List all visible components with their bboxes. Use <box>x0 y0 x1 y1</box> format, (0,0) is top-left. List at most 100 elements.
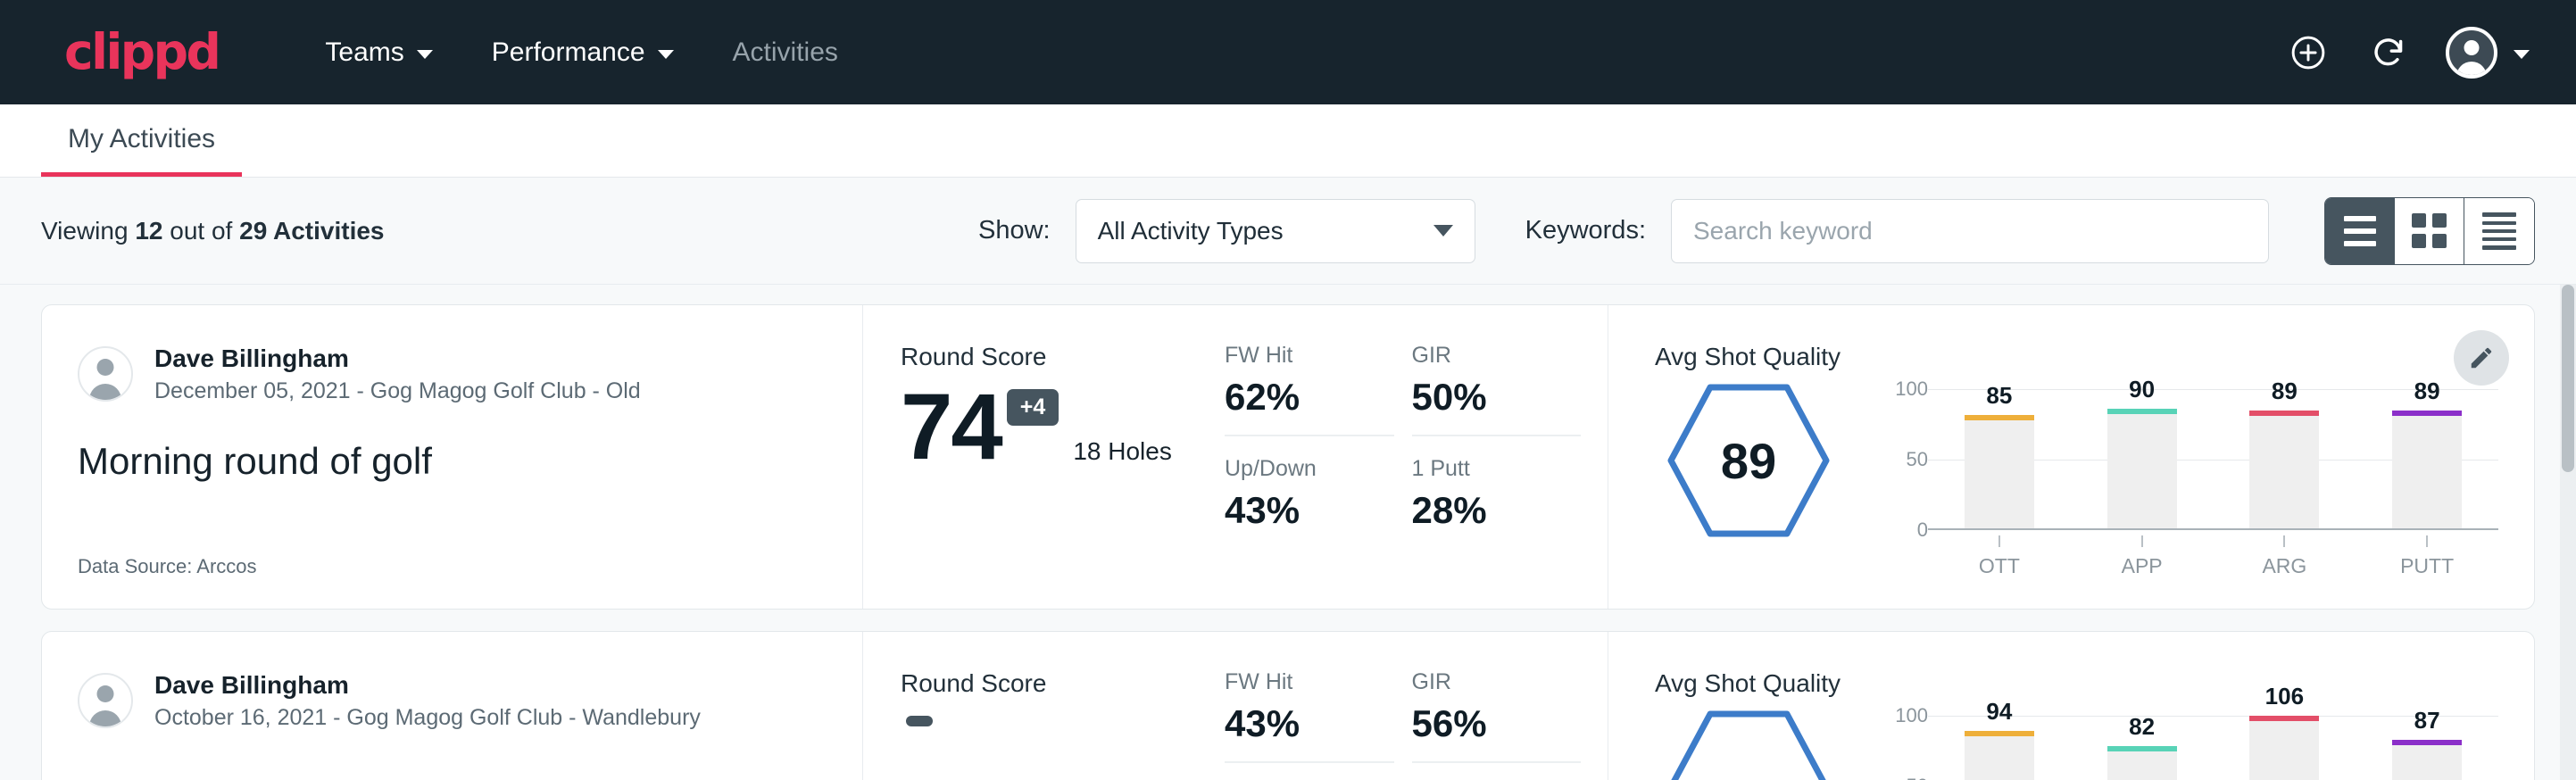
score-delta-badge <box>906 716 933 726</box>
stat-label: 1 Putt <box>1412 456 1582 482</box>
edit-activity-button[interactable] <box>2454 330 2509 386</box>
activity-meta: December 05, 2021 - Gog Magog Golf Club … <box>154 378 641 404</box>
quality-hexagon: 89 <box>1655 380 1842 541</box>
stat-value: 43% <box>1225 489 1394 532</box>
account-menu[interactable] <box>2446 27 2530 79</box>
nav-item-label: Activities <box>733 37 838 68</box>
round-score-section: Round Score 74 +4 18 Holes <box>863 305 1225 609</box>
filter-controls: Show: All Activity Types Keywords: <box>978 197 2535 265</box>
list-icon <box>2344 216 2376 246</box>
stat-gir: GIR 56% <box>1412 669 1582 763</box>
refresh-button[interactable] <box>2365 29 2412 76</box>
activity-type-select[interactable]: All Activity Types <box>1076 199 1475 263</box>
chart-plot-area: 948210687 <box>1928 716 2498 780</box>
chart-bar <box>2392 745 2462 780</box>
holes-label: 18 Holes <box>1073 437 1172 471</box>
chart-bars: 948210687 <box>1928 716 2498 780</box>
activity-title: Morning round of golf <box>78 440 827 483</box>
nav-item-performance[interactable]: Performance <box>462 27 703 79</box>
bar-cap <box>2392 411 2462 416</box>
viewing-count: 12 <box>135 217 162 245</box>
filter-toolbar: Viewing 12 out of 29 Activities Show: Al… <box>0 178 2576 285</box>
stat-one-putt: 1 Putt 28% <box>1412 456 1582 548</box>
grid-icon <box>2412 213 2447 248</box>
round-score-value-row: 74 +4 18 Holes <box>901 384 1225 471</box>
bar-value-label: 89 <box>2392 378 2462 405</box>
chart-x-axis: OTTAPPARGPUTT <box>1928 535 2498 578</box>
author-name: Dave Billingham <box>154 669 701 701</box>
score-delta-badge: +4 <box>1007 389 1059 426</box>
grid-view-button[interactable] <box>2395 198 2464 264</box>
tab-label: My Activities <box>68 124 215 154</box>
nav-item-activities[interactable]: Activities <box>703 27 868 79</box>
activity-summary: Dave Billingham October 16, 2021 - Gog M… <box>42 632 863 780</box>
chart-bar-group: 89 <box>2249 389 2319 528</box>
avatar <box>78 673 133 728</box>
round-score-value: 74 <box>901 384 1001 471</box>
bar-cap <box>2249 716 2319 721</box>
avatar <box>2446 27 2497 79</box>
vertical-scrollbar[interactable] <box>2560 285 2576 780</box>
author-name: Dave Billingham <box>154 343 641 374</box>
tab-bar: My Activities <box>0 104 2576 178</box>
chevron-down-icon <box>2514 50 2530 59</box>
chart-bar <box>1965 736 2034 780</box>
chart-bar <box>2392 416 2462 528</box>
compact-view-button[interactable] <box>2464 198 2534 264</box>
scrollbar-thumb[interactable] <box>2562 285 2574 472</box>
avg-shot-quality-section: Avg Shot Quality 89 100 50 0 <box>1608 305 2534 609</box>
stat-label: GIR <box>1412 343 1582 369</box>
avatar <box>78 346 133 402</box>
avg-shot-quality-label: Avg Shot Quality <box>1655 669 2498 698</box>
chart-bar-group: 85 <box>1965 389 2034 528</box>
list-view-button[interactable] <box>2325 198 2395 264</box>
viewing-mid: out of <box>170 217 232 245</box>
refresh-icon <box>2369 33 2408 72</box>
keywords-label: Keywords: <box>1525 216 1646 245</box>
chart-y-axis: 100 50 0 <box>1878 716 1928 780</box>
shot-quality-chart: 100 50 0 948210687 <box>1878 707 2498 780</box>
y-tick: 0 <box>1917 519 1928 542</box>
chart-bar-group: 87 <box>2392 716 2462 780</box>
chart-bar <box>2107 751 2177 780</box>
activity-card[interactable]: Dave Billingham October 16, 2021 - Gog M… <box>41 631 2535 780</box>
tick-mark <box>2141 535 2143 547</box>
round-score-label: Round Score <box>901 669 1225 698</box>
round-stats-section: FW Hit 62% GIR 50% Up/Down 43% 1 Putt 28… <box>1225 305 1608 609</box>
add-button[interactable] <box>2285 29 2331 76</box>
show-label: Show: <box>978 216 1051 245</box>
shot-quality-chart: 100 50 0 85908989 <box>1878 380 2498 530</box>
avg-shot-quality-section: Avg Shot Quality 100 50 0 <box>1608 632 2534 780</box>
y-tick: 100 <box>1895 704 1928 727</box>
viewing-count-text: Viewing 12 out of 29 Activities <box>41 217 385 245</box>
y-tick: 50 <box>1907 448 1928 471</box>
nav-item-teams[interactable]: Teams <box>295 27 461 79</box>
chart-bar <box>2249 721 2319 780</box>
stat-value: 56% <box>1412 702 1582 745</box>
bar-cap <box>2107 746 2177 751</box>
stat-value: 43% <box>1225 702 1394 745</box>
bar-value-label: 89 <box>2249 378 2319 405</box>
app-logo[interactable]: clippd <box>64 28 219 77</box>
stat-gir: GIR 50% <box>1412 343 1582 436</box>
x-tick-label: PUTT <box>2392 535 2462 578</box>
tick-mark <box>1998 535 2000 547</box>
activity-author: Dave Billingham October 16, 2021 - Gog M… <box>78 669 827 731</box>
bar-value-label: 85 <box>1965 382 2034 410</box>
bar-value-label: 90 <box>2107 376 2177 403</box>
top-navigation-bar: clippd Teams Performance Activities <box>0 0 2576 104</box>
round-stats-section: FW Hit 43% GIR 56% <box>1225 632 1608 780</box>
chart-bar <box>2249 416 2319 528</box>
chevron-down-icon <box>658 50 674 59</box>
search-input[interactable] <box>1671 199 2269 263</box>
avg-shot-quality-label: Avg Shot Quality <box>1655 343 2498 371</box>
tick-mark <box>2426 535 2428 547</box>
stat-value: 28% <box>1412 489 1582 532</box>
y-tick: 50 <box>1907 775 1928 780</box>
tab-my-activities[interactable]: My Activities <box>41 124 242 177</box>
activity-card[interactable]: Dave Billingham December 05, 2021 - Gog … <box>41 304 2535 610</box>
chart-bar <box>1965 420 2034 528</box>
viewing-total: 29 Activities <box>239 217 384 245</box>
chart-bar-group: 90 <box>2107 389 2177 528</box>
quality-hexagon <box>1655 707 1842 780</box>
